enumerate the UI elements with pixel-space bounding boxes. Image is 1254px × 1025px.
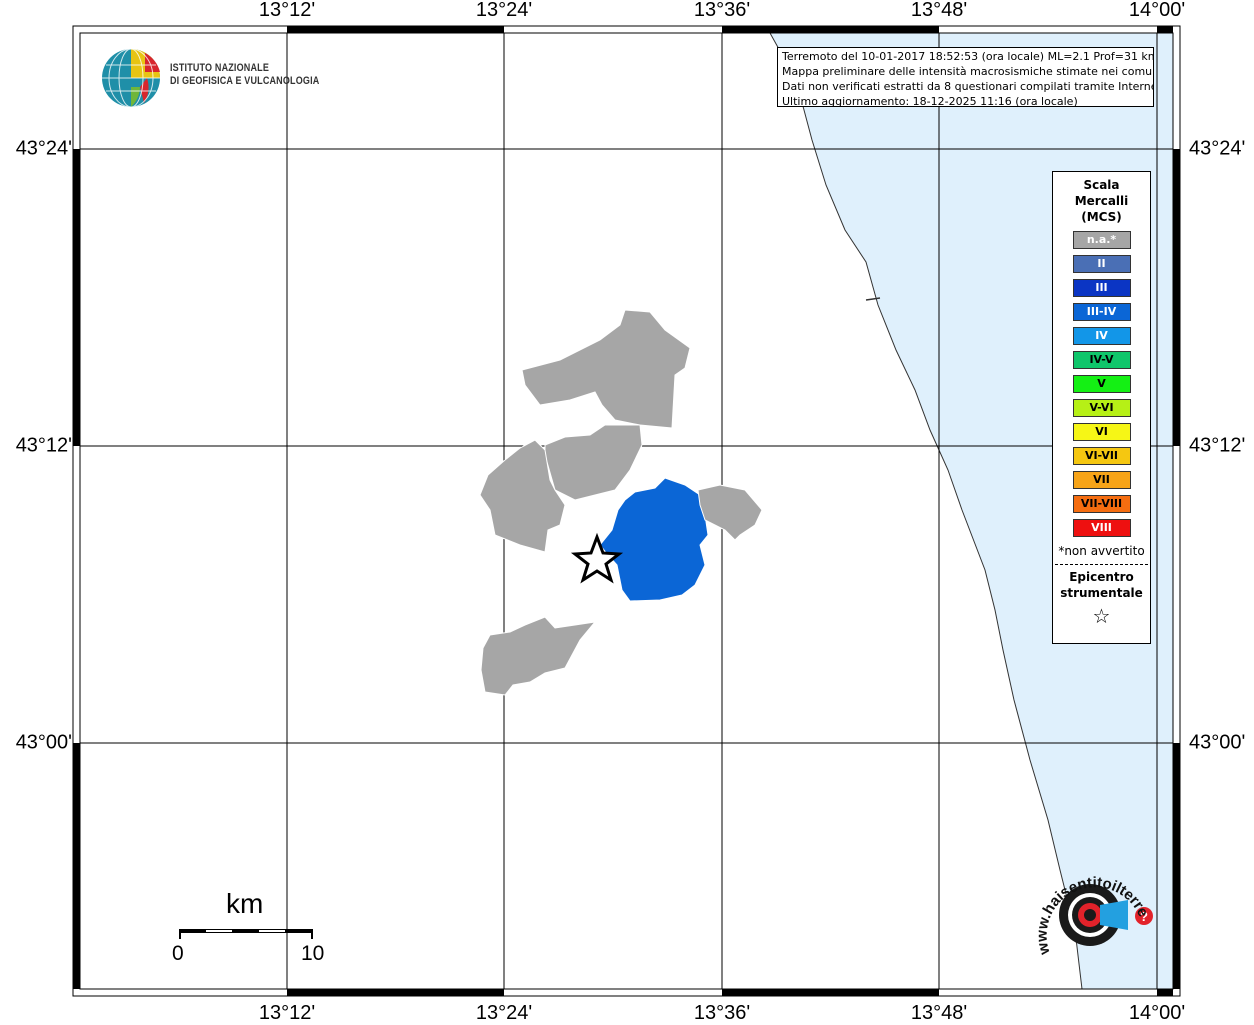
legend-swatch: VI xyxy=(1072,423,1131,441)
intensity-legend: Scala Mercalli (MCS) n.a.* II III III-IV IV I… xyxy=(1052,171,1151,644)
hai-sentito-logo[interactable]: ? www.haisentitoilterremoto.it xyxy=(1030,858,1160,978)
scale-max-label: 10 xyxy=(301,942,325,965)
legend-swatch: VII xyxy=(1072,471,1131,489)
legend-swatch: II xyxy=(1072,255,1131,273)
ingv-globe-icon xyxy=(102,48,160,108)
lat-tick-left: 43°00' xyxy=(15,731,72,754)
institute-name-line2: DI GEOFISICA E VULCANOLOGIA xyxy=(170,75,320,87)
scale-min-label: 0 xyxy=(172,942,184,965)
event-info-line: Ultimo aggiornamento: 18-12-2025 11:16 (… xyxy=(782,95,1078,107)
lon-tick-top: 13°24' xyxy=(475,0,533,21)
lon-tick-top: 14°00' xyxy=(1128,0,1186,21)
legend-swatch: VI-VII xyxy=(1072,447,1131,465)
lat-tick-left: 43°24' xyxy=(15,137,72,160)
lon-tick-bottom: 14°00' xyxy=(1128,1002,1186,1024)
legend-list: n.a.* II III III-IV IV IV-V V V-VI VI VI-VII VII VI… xyxy=(1053,231,1150,537)
legend-swatch: III-IV xyxy=(1072,303,1131,321)
scale-unit: km xyxy=(226,888,264,919)
lon-tick-top: 13°48' xyxy=(910,0,968,21)
lon-tick-top: 13°36' xyxy=(693,0,751,21)
legend-divider xyxy=(1055,564,1148,565)
institute-name: ISTITUTO NAZIONALE DI GEOFISICA E VULCAN… xyxy=(170,62,319,88)
legend-swatch: n.a.* xyxy=(1072,231,1131,249)
legend-epicenter-label: Epicentro strumentale xyxy=(1060,570,1143,600)
legend-note: *non avvertito xyxy=(1058,544,1145,558)
lon-tick-bottom: 13°12' xyxy=(258,1002,316,1024)
event-info-line: Mappa preliminare delle intensità macros… xyxy=(782,65,1154,78)
legend-swatch: IV-V xyxy=(1072,351,1131,369)
lat-tick-right: 43°00' xyxy=(1189,731,1246,754)
legend-swatch: IV xyxy=(1072,327,1131,345)
lon-tick-top: 13°12' xyxy=(258,0,316,21)
lon-tick-bottom: 13°48' xyxy=(910,1002,968,1024)
lon-tick-bottom: 13°36' xyxy=(693,1002,751,1024)
institute-name-line1: ISTITUTO NAZIONALE xyxy=(170,62,270,74)
legend-swatch: V-VI xyxy=(1072,399,1131,417)
legend-star-icon: ☆ xyxy=(1092,604,1111,628)
event-info-line: Terremoto del 10-01-2017 18:52:53 (ora l… xyxy=(782,50,1154,63)
legend-swatch: III xyxy=(1072,279,1131,297)
event-info-line: Dati non verificati estratti da 8 questi… xyxy=(782,80,1154,93)
legend-swatch: VII-VIII xyxy=(1072,495,1131,513)
legend-swatch: V xyxy=(1072,375,1131,393)
legend-title: Scala Mercalli (MCS) xyxy=(1074,178,1129,224)
lon-tick-bottom: 13°24' xyxy=(475,1002,533,1024)
lat-tick-right: 43°24' xyxy=(1189,137,1246,160)
lat-tick-left: 43°12' xyxy=(15,434,72,457)
event-info-box: Terremoto del 10-01-2017 18:52:53 (ora l… xyxy=(777,47,1154,107)
lat-tick-right: 43°12' xyxy=(1189,434,1246,457)
legend-swatch: VIII xyxy=(1072,519,1131,537)
